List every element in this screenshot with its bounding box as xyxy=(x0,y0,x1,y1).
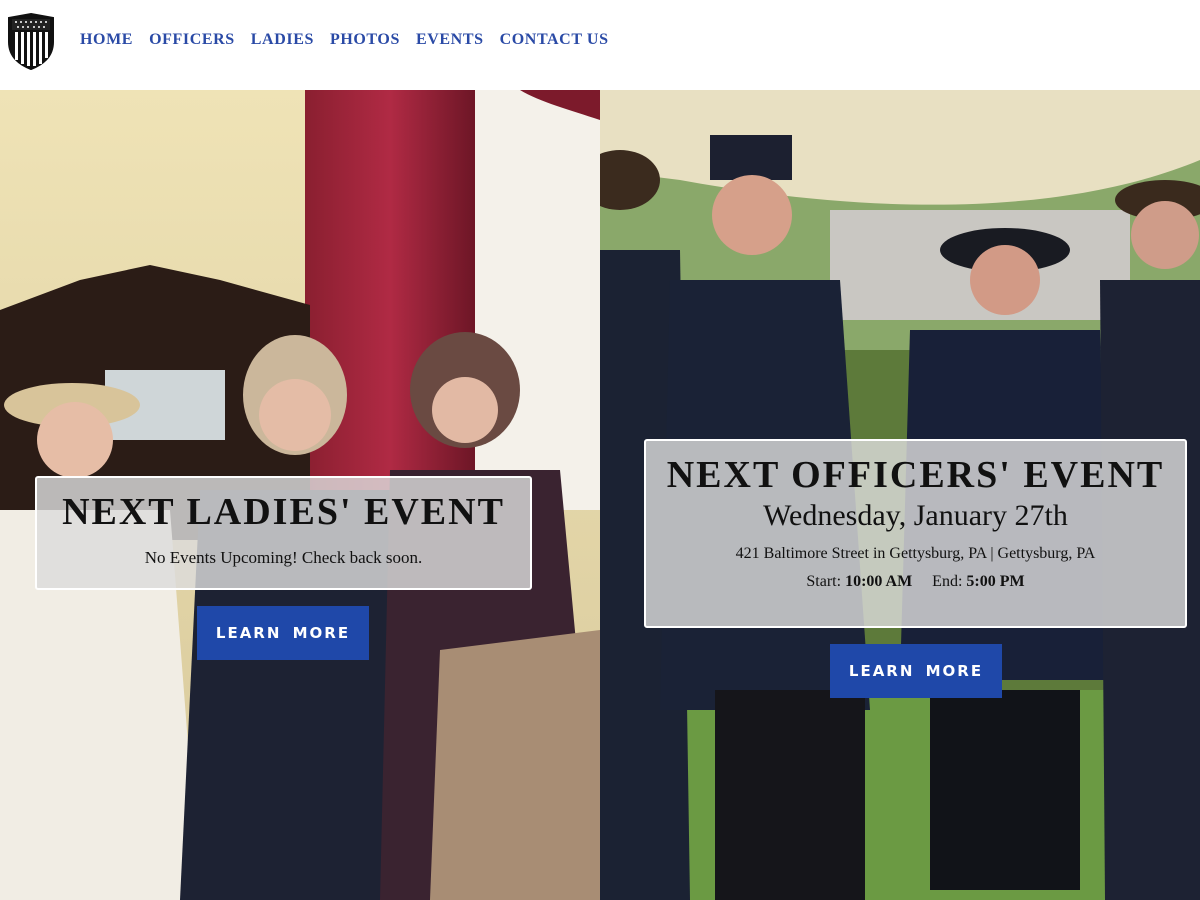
site-header: HOME OFFICERS LADIES PHOTOS EVENTS CONTA… xyxy=(0,0,1200,90)
end-time: 5:00 PM xyxy=(966,573,1025,590)
ladies-learn-more-button[interactable]: LEARN MORE xyxy=(197,606,369,660)
officers-learn-more-button[interactable]: LEARN MORE xyxy=(830,644,1002,698)
nav-ladies[interactable]: LADIES xyxy=(251,31,314,49)
officers-event-time: Start: 10:00 AM End: 5:00 PM xyxy=(646,573,1185,591)
officers-event-date: Wednesday, January 27th xyxy=(763,499,1068,532)
officers-panel: NEXT OFFICERS' EVENT Wednesday, January … xyxy=(600,90,1200,900)
officers-event-heading: NEXT OFFICERS' EVENT xyxy=(666,454,1165,496)
end-label: End: xyxy=(932,573,963,590)
main-nav: HOME OFFICERS LADIES PHOTOS EVENTS CONTA… xyxy=(80,31,609,49)
officers-event-address: 421 Baltimore Street in Gettysburg, PA |… xyxy=(735,545,1096,562)
nav-officers[interactable]: OFFICERS xyxy=(149,31,235,49)
ladies-event-heading: NEXT LADIES' EVENT xyxy=(62,491,505,533)
officers-event-card: NEXT OFFICERS' EVENT Wednesday, January … xyxy=(644,439,1187,628)
shield-icon[interactable] xyxy=(6,12,56,70)
start-label: Start: xyxy=(806,573,842,590)
ladies-event-card: NEXT LADIES' EVENT No Events Upcoming! C… xyxy=(35,476,532,590)
ladies-panel: NEXT LADIES' EVENT No Events Upcoming! C… xyxy=(0,90,600,900)
nav-photos[interactable]: PHOTOS xyxy=(330,31,400,49)
start-time: 10:00 AM xyxy=(845,573,913,590)
nav-contact-us[interactable]: CONTACT US xyxy=(500,31,609,49)
nav-events[interactable]: EVENTS xyxy=(416,31,484,49)
nav-home[interactable]: HOME xyxy=(80,31,133,49)
ladies-event-message: No Events Upcoming! Check back soon. xyxy=(144,548,423,567)
